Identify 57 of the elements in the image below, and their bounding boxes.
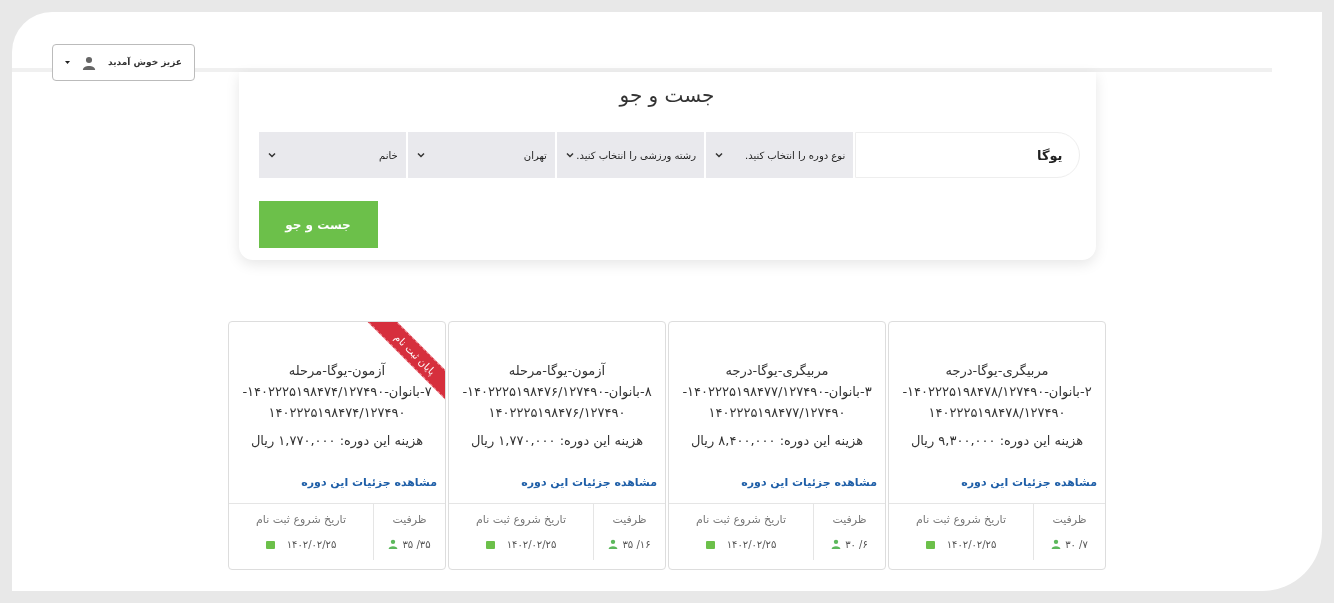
capacity-value: ۳۵ /۳۵ — [402, 537, 431, 552]
details-link[interactable]: مشاهده جزئیات این دوره — [301, 474, 437, 491]
date-label: تاریخ شروع ثبت نام — [476, 512, 566, 529]
capacity-label: ظرفیت — [392, 512, 427, 529]
user-icon — [831, 539, 842, 550]
caret-icon — [65, 60, 70, 65]
details-link[interactable]: مشاهده جزئیات این دوره — [521, 474, 657, 491]
details-link[interactable]: مشاهده جزئیات این دوره — [741, 474, 877, 491]
course-title: ۳-بانوان-۱۴۰۲۲۲۵۱۹۸۴۷۷/۱۲۷۴۹۰- — [682, 383, 872, 402]
chevron-down-icon — [714, 150, 725, 160]
date-value: ۱۴۰۲/۰۲/۲۵ — [726, 537, 777, 552]
search-field[interactable]: یوگا — [855, 132, 1080, 178]
course-title: ۱۴۰۲۲۲۵۱۹۸۴۷۷/۱۲۷۴۹۰ — [708, 404, 846, 422]
course-title: ۱۴۰۲۲۲۵۱۹۸۴۷۶/۱۲۷۴۹۰ — [488, 404, 626, 422]
calendar-icon — [705, 539, 715, 549]
course-title: آزمون-یوگا-مرحله — [288, 361, 386, 381]
select-dropdown[interactable]: رشته ورزشی را انتخاب کنید. — [556, 132, 705, 178]
chevron-down-icon — [415, 150, 426, 160]
date-label: تاریخ شروع ثبت نام — [916, 512, 1006, 529]
course-title: ۲-بانوان-۱۴۰۲۲۲۵۱۹۸۴۷۸/۱۲۷۴۹۰- — [902, 383, 1092, 402]
user-icon — [608, 539, 619, 550]
select-dropdown[interactable]: نوع دوره را انتخاب کنید. — [706, 132, 854, 178]
user-icon — [1051, 539, 1062, 550]
capacity-value: ۳۰ /۶ — [845, 537, 868, 552]
date-value: ۱۴۰۲/۰۲/۲۵ — [946, 537, 997, 552]
calendar-icon — [265, 539, 275, 549]
details-link[interactable]: مشاهده جزئیات این دوره — [961, 474, 1097, 491]
course-title: آزمون-یوگا-مرحله — [508, 361, 606, 381]
chevron-down-icon — [266, 150, 277, 160]
select-dropdown[interactable]: تهران — [407, 132, 555, 178]
course-title: مربیگری-یوگا-درجه — [725, 362, 829, 381]
course-title: مربیگری-یوگا-درجه — [945, 362, 1049, 381]
chevron-down-icon — [564, 150, 575, 160]
course-title: ۷-بانوان-۱۴۰۲۲۲۵۱۹۸۴۷۴/۱۲۷۴۹۰- — [242, 383, 432, 402]
date-value: ۱۴۰۲/۰۲/۲۵ — [286, 537, 337, 552]
capacity-label: ظرفیت — [612, 512, 647, 529]
search-title: جست و جو — [619, 82, 715, 109]
date-label: تاریخ شروع ثبت نام — [696, 512, 786, 529]
course-price: هزینه این دوره: ۸,۴۰۰,۰۰۰ ریال — [690, 432, 864, 451]
calendar-icon — [485, 539, 495, 549]
date-label: تاریخ شروع ثبت نام — [256, 512, 346, 529]
select-dropdown[interactable]: خانم — [258, 132, 406, 178]
course-title: ۸-بانوان-۱۴۰۲۲۲۵۱۹۸۴۷۶/۱۲۷۴۹۰- — [462, 383, 652, 402]
course-price: هزینه این دوره: ۱,۷۷۰,۰۰۰ ریال — [470, 432, 644, 451]
calendar-icon — [925, 539, 935, 549]
capacity-value: ۳۵ /۱۶ — [622, 537, 651, 552]
course-price: هزینه این دوره: ۹,۳۰۰,۰۰۰ ریال — [910, 432, 1084, 451]
capacity-value: ۳۰ /۷ — [1065, 537, 1088, 552]
course-title: ۱۴۰۲۲۲۵۱۹۸۴۷۴/۱۲۷۴۹۰ — [268, 404, 406, 422]
course-title: ۱۴۰۲۲۲۵۱۹۸۴۷۸/۱۲۷۴۹۰ — [928, 404, 1066, 422]
user-icon — [82, 55, 96, 70]
date-value: ۱۴۰۲/۰۲/۲۵ — [506, 537, 557, 552]
capacity-label: ظرفیت — [832, 512, 867, 529]
user-icon — [388, 539, 399, 550]
course-price: هزینه این دوره: ۱,۷۷۰,۰۰۰ ریال — [250, 432, 424, 451]
user-menu[interactable]: عزیز خوش آمدید — [52, 44, 195, 81]
capacity-label: ظرفیت — [1052, 512, 1087, 529]
